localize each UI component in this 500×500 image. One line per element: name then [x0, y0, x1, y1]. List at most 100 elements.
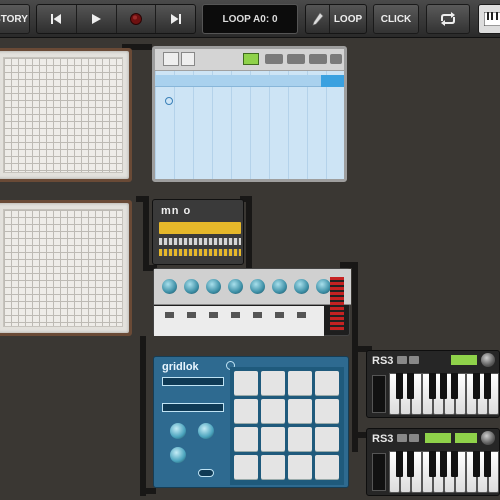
- gridlok-drum-machine[interactable]: gridlok: [153, 356, 349, 488]
- black-key[interactable]: [407, 373, 414, 399]
- drum-pad[interactable]: [288, 427, 312, 451]
- drum-pad[interactable]: [315, 427, 339, 451]
- step-grid[interactable]: [3, 57, 123, 173]
- loop-button[interactable]: LOOP: [330, 5, 366, 33]
- rs3-volume-knob[interactable]: [481, 431, 495, 445]
- channel-fader[interactable]: [275, 312, 284, 318]
- channel-knob[interactable]: [206, 279, 221, 294]
- black-key[interactable]: [440, 373, 447, 399]
- black-key[interactable]: [396, 373, 403, 399]
- black-key[interactable]: [407, 451, 414, 477]
- drum-pad[interactable]: [288, 399, 312, 423]
- cable: [352, 262, 358, 452]
- record-button[interactable]: [117, 5, 157, 33]
- channel-knob[interactable]: [184, 279, 199, 294]
- sequencer-button[interactable]: [265, 54, 283, 64]
- black-key[interactable]: [473, 451, 480, 477]
- drum-pad[interactable]: [234, 399, 258, 423]
- channel-knob[interactable]: [162, 279, 177, 294]
- channel-knob[interactable]: [294, 279, 309, 294]
- forward-button[interactable]: [156, 5, 195, 33]
- black-key[interactable]: [429, 451, 436, 477]
- black-key[interactable]: [484, 373, 491, 399]
- drum-pad[interactable]: [234, 427, 258, 451]
- rs3-volume-knob[interactable]: [481, 353, 495, 367]
- kit-selector[interactable]: [162, 377, 224, 386]
- drum-pad[interactable]: [315, 455, 339, 479]
- tune-knob[interactable]: [170, 423, 186, 439]
- edit-loop-button[interactable]: [306, 5, 330, 33]
- keyboard-button[interactable]: [478, 4, 500, 34]
- channel-knob[interactable]: [272, 279, 287, 294]
- sequencer-button[interactable]: [309, 54, 327, 64]
- channel-fader[interactable]: [253, 312, 262, 318]
- add-note-icon[interactable]: [165, 97, 173, 105]
- mono-step-row[interactable]: [159, 249, 241, 256]
- piano-roll-sequencer[interactable]: [152, 46, 347, 182]
- selected-pattern[interactable]: [321, 75, 344, 87]
- decay-knob[interactable]: [198, 423, 214, 439]
- sequencer-button[interactable]: [287, 54, 305, 64]
- note-grid[interactable]: [155, 71, 344, 179]
- rs3-preset-selector[interactable]: [397, 356, 407, 364]
- channel-fader[interactable]: [187, 312, 196, 318]
- rs3-lcd: [451, 355, 477, 365]
- matrix-sequencer-bottom[interactable]: [0, 200, 132, 336]
- drum-pad[interactable]: [261, 455, 285, 479]
- piano-keys-icon: [484, 12, 500, 26]
- play-button[interactable]: [77, 5, 117, 33]
- drum-pad[interactable]: [234, 371, 258, 395]
- step-grid[interactable]: [3, 209, 123, 327]
- mixer-knob-row: [154, 269, 351, 305]
- sequencer-menu-button[interactable]: [163, 52, 179, 66]
- rs3-preset-selector[interactable]: [397, 434, 407, 442]
- click-button[interactable]: CLICK: [373, 4, 419, 34]
- drum-pad[interactable]: [315, 371, 339, 395]
- channel-fader[interactable]: [297, 312, 306, 318]
- rs3-preset-selector[interactable]: [409, 356, 419, 364]
- black-key[interactable]: [451, 451, 458, 477]
- sequencer-edit-button[interactable]: [181, 52, 195, 66]
- pitch-wheel[interactable]: [372, 453, 386, 491]
- black-key[interactable]: [396, 451, 403, 477]
- mixer[interactable]: [153, 268, 351, 336]
- mono-display: [159, 222, 241, 234]
- channel-knob[interactable]: [316, 279, 331, 294]
- mono-synth[interactable]: mn o: [152, 199, 244, 265]
- rewind-button[interactable]: [37, 5, 77, 33]
- mono-step-row[interactable]: [159, 238, 241, 245]
- history-button[interactable]: STORY: [0, 4, 30, 34]
- rs3-lcd: [425, 433, 451, 443]
- drum-pad[interactable]: [288, 371, 312, 395]
- skip-forward-icon: [170, 14, 181, 24]
- volume-knob[interactable]: [170, 447, 186, 463]
- matrix-sequencer-top[interactable]: [0, 48, 132, 182]
- rs3-synth-top[interactable]: RS3: [366, 350, 500, 418]
- black-key[interactable]: [440, 451, 447, 477]
- channel-knob[interactable]: [228, 279, 243, 294]
- drum-pad[interactable]: [261, 427, 285, 451]
- pitch-wheel[interactable]: [372, 375, 386, 413]
- channel-fader[interactable]: [209, 312, 218, 318]
- channel-fader[interactable]: [231, 312, 240, 318]
- drum-pad[interactable]: [288, 455, 312, 479]
- black-key[interactable]: [473, 373, 480, 399]
- black-key[interactable]: [451, 373, 458, 399]
- channel-fader[interactable]: [165, 312, 174, 318]
- drum-pad[interactable]: [315, 399, 339, 423]
- gridlok-toggle[interactable]: [198, 469, 214, 477]
- drum-pad[interactable]: [234, 455, 258, 479]
- sequencer-close-button[interactable]: [330, 54, 342, 64]
- black-key[interactable]: [484, 451, 491, 477]
- black-key[interactable]: [429, 373, 436, 399]
- loop-button-label: LOOP: [333, 13, 363, 25]
- drum-pad[interactable]: [261, 399, 285, 423]
- gridlok-logo: gridlok: [162, 361, 199, 373]
- sample-selector[interactable]: [162, 403, 224, 412]
- drum-pad[interactable]: [261, 371, 285, 395]
- rs3-keyboard: [389, 373, 500, 415]
- sync-button[interactable]: [426, 4, 470, 34]
- rs3-preset-selector[interactable]: [409, 434, 419, 442]
- rs3-synth-bottom[interactable]: RS3: [366, 428, 500, 496]
- channel-knob[interactable]: [250, 279, 265, 294]
